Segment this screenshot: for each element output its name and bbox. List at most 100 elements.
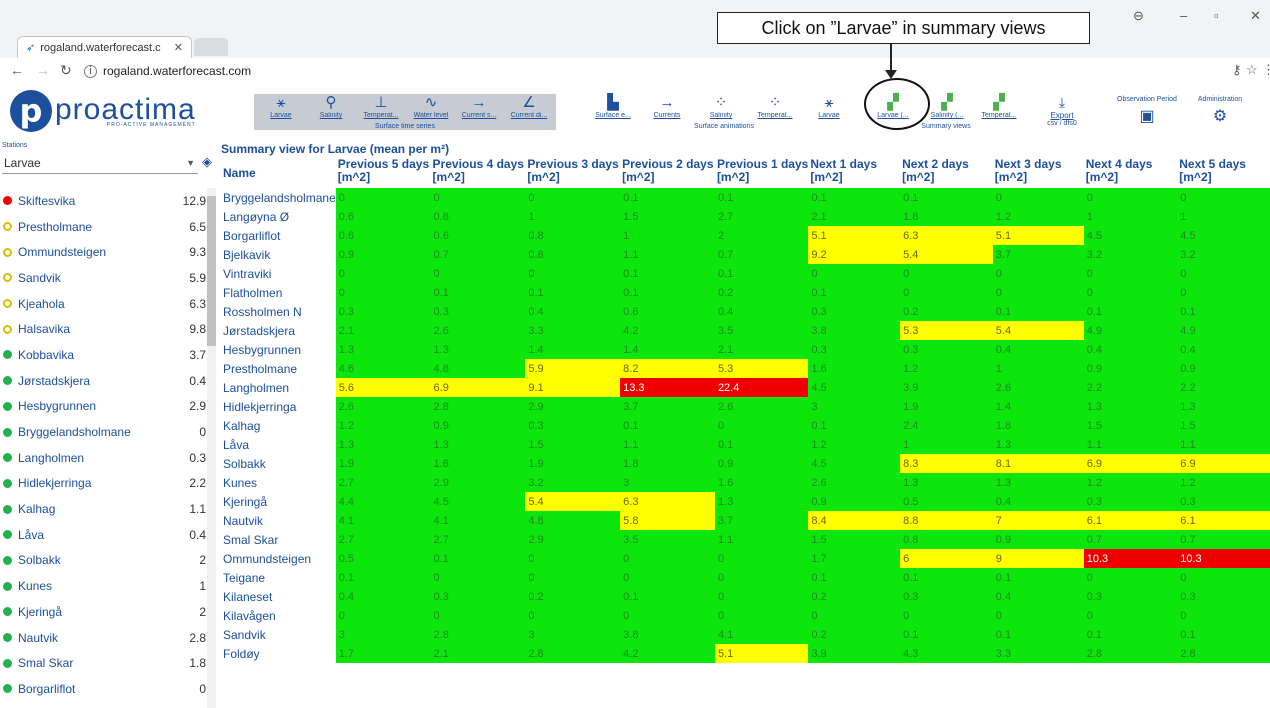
administration-button[interactable]: Administration ⚙ <box>1188 96 1252 126</box>
table-row[interactable]: Kjeringå 4.4 4.5 5.4 6.3 1.3 0.9 0.5 0.4 0.3 0.3 <box>221 492 1270 511</box>
station-item[interactable]: Kalhag 1.1 <box>0 496 210 522</box>
sidebar-scrollbar[interactable] <box>207 188 216 708</box>
value-cell: 0 <box>992 188 1084 207</box>
table-row[interactable]: Hidlekjerringa 2.6 2.8 2.9 3.7 2.6 3 1.9 1.4 1.3 1… <box>221 397 1270 416</box>
logo[interactable]: p proactima PRO-ACTIVE MANAGEMENT <box>10 90 196 132</box>
table-row[interactable]: Vintraviki 0 0 0 0.1 0.1 0 0 0 0 0 <box>221 264 1270 283</box>
observation-period-button[interactable]: Observation Period ▣ <box>1112 96 1182 126</box>
table-row[interactable]: Langøyna Ø 0.6 0.8 1 1.5 2.7 2.1 1.8 1.2 1 1 <box>221 207 1270 226</box>
station-item[interactable]: Jørstadskjera 0.4 <box>0 368 210 394</box>
key-icon[interactable]: ⚷ <box>1232 62 1242 78</box>
minimize-icon[interactable]: – <box>1180 8 1187 23</box>
station-item[interactable]: Sandvik 5.9 <box>0 265 210 291</box>
close-tab-icon[interactable]: ✕ <box>174 41 183 54</box>
export-button[interactable]: ⤓ Export csv / dfs0 <box>1040 94 1084 130</box>
anim-surface-elevation-button[interactable]: ▙ Surface e... <box>590 94 636 122</box>
table-row[interactable]: Nautvik 4.1 4.1 4.8 5.8 3.7 8.4 8.8 7 6.1 6.1 <box>221 511 1270 530</box>
value-cell: 2.8 <box>430 397 526 416</box>
table-row[interactable]: Sandvik 3 2.8 3 3.8 4.1 0.2 0.1 0.1 0.1 0.1 <box>221 625 1270 644</box>
anim-larvae-button[interactable]: ⚹ Larvae <box>806 94 852 122</box>
table-row[interactable]: Bjelkavik 0.9 0.7 0.8 1.1 0.7 9.2 5.4 3.7 3.2 3.2 <box>221 245 1270 264</box>
maximize-icon[interactable]: ▫ <box>1214 8 1219 23</box>
column-header[interactable]: Next 1 days [m^2] <box>808 158 900 188</box>
ts-current-direction-button[interactable]: ∠ Current di... <box>506 94 552 122</box>
column-header[interactable]: Next 5 days [m^2] <box>1177 158 1270 188</box>
new-tab-button[interactable] <box>194 38 228 56</box>
column-header[interactable]: Next 3 days [m^2] <box>993 158 1084 188</box>
station-item[interactable]: Nautvik 2.8 <box>0 625 210 651</box>
station-name: Låva <box>18 527 45 542</box>
column-header[interactable]: Previous 5 days [m^2] <box>336 158 431 188</box>
table-row[interactable]: Langholmen 5.6 6.9 9.1 13.3 22.4 4.5 3.9 2.6 2.2 2… <box>221 378 1270 397</box>
table-row[interactable]: Kunes 2.7 2.9 3.2 3 1.6 2.6 1.3 1.3 1.2 1.2 <box>221 473 1270 492</box>
table-row[interactable]: Ommundsteigen 0.5 0.1 0 0 0 1.7 6 9 10.3 10.3 <box>221 549 1270 568</box>
summary-salinity-button[interactable]: ▞ Salinity (... <box>924 94 970 122</box>
sidebar-scroll-thumb[interactable] <box>207 196 216 346</box>
anim-salinity-button[interactable]: ⁘ Salinity <box>698 94 744 122</box>
star-icon[interactable]: ☆ <box>1246 62 1258 78</box>
ts-larvae-button[interactable]: ⚹ Larvae <box>258 94 304 122</box>
station-item[interactable]: Kunes 1 <box>0 573 210 599</box>
station-item[interactable]: Solbakk 2 <box>0 548 210 574</box>
column-header[interactable]: Next 4 days [m^2] <box>1084 158 1178 188</box>
table-row[interactable]: Hesbygrunnen 1.3 1.3 1.4 1.4 2.1 0.3 0.3 0.4 0.4 0… <box>221 340 1270 359</box>
column-header[interactable]: Previous 2 days [m^2] <box>620 158 715 188</box>
station-cell: Teigane <box>221 568 336 587</box>
ts-temperature-button[interactable]: ⊥ Temperat... <box>358 94 404 122</box>
table-row[interactable]: Rossholmen N 0.3 0.3 0.4 0.6 0.4 0.3 0.2 0.1 0.1 0… <box>221 302 1270 321</box>
station-item[interactable]: Borgarliflot 0 <box>0 676 210 702</box>
table-row[interactable]: Smal Skar 2.7 2.7 2.9 3.5 1.1 1.5 0.8 0.9 0.7 0.7 <box>221 530 1270 549</box>
forward-icon[interactable]: → <box>36 62 50 78</box>
station-item[interactable]: Bryggelandsholmane 0 <box>0 419 210 445</box>
ts-water-level-button[interactable]: ∿ Water level <box>408 94 454 122</box>
ts-current-speed-button[interactable]: → Current s... <box>456 94 502 122</box>
table-row[interactable]: Kalhag 1.2 0.9 0.3 0.1 0 0.1 2.4 1.8 1.5 1.5 <box>221 416 1270 435</box>
table-row[interactable]: Teigane 0.1 0 0 0 0 0.1 0.1 0.1 0 0 <box>221 568 1270 587</box>
anim-temperature-button[interactable]: ⁘ Temperat... <box>752 94 798 122</box>
station-item[interactable]: Hesbygrunnen 2.9 <box>0 394 210 420</box>
table-row[interactable]: Låva 1.3 1.3 1.5 1.1 0.1 1.2 1 1.3 1.1 1.1 <box>221 435 1270 454</box>
anim-currents-button[interactable]: → Currents <box>644 94 690 122</box>
table-row[interactable]: Foldøy 1.7 2.1 2.8 4.2 5.1 3.9 4.3 3.3 2.8 2.8 <box>221 644 1270 663</box>
value-cell: 1.6 <box>808 359 901 378</box>
ts-salinity-button[interactable]: ⚲ Salinity <box>308 94 354 122</box>
station-item[interactable]: Langholmen 0.3 <box>0 445 210 471</box>
table-row[interactable]: Kilaneset 0.4 0.3 0.2 0.1 0 0.2 0.3 0.4 0.3 0.3 <box>221 587 1270 606</box>
station-item[interactable]: Smal Skar 1.8 <box>0 650 210 676</box>
profile-icon[interactable]: ⊖ <box>1133 8 1144 24</box>
station-item[interactable]: Halsavika 9.8 <box>0 316 210 342</box>
station-item[interactable]: Prestholmane 6.5 <box>0 214 210 240</box>
station-item[interactable]: Ommundsteigen 9.3 <box>0 239 210 265</box>
back-icon[interactable]: ← <box>10 62 24 78</box>
table-row[interactable]: Jørstadskjera 2.1 2.6 3.3 4.2 3.5 3.8 5.3 5.4 4.9… <box>221 321 1270 340</box>
value-cell: 1.5 <box>1083 416 1178 435</box>
table-row[interactable]: Kilavågen 0 0 0 0 0 0 0 0 0 0 <box>221 606 1270 625</box>
column-header[interactable]: Name <box>221 158 336 188</box>
table-row[interactable]: Solbakk 1.9 1.6 1.9 1.8 0.9 4.5 8.3 8.1 6.9 6.9 <box>221 454 1270 473</box>
table-row[interactable]: Bryggelandsholmane 0 0 0 0.1 0.1 0.1 0.1 0 0 0 <box>221 188 1270 207</box>
summary-temperature-button[interactable]: ▞ Temperat... <box>976 94 1022 122</box>
station-item[interactable]: Hidlekjerringa 2.2 <box>0 471 210 497</box>
browser-tab[interactable]: ➶ rogaland.waterforecast.c ✕ <box>17 36 192 58</box>
layers-icon[interactable]: ◈ <box>202 154 212 170</box>
menu-icon[interactable]: ⋮ <box>1262 62 1270 78</box>
station-item[interactable]: Låva 0.4 <box>0 522 210 548</box>
column-header[interactable]: Previous 1 days [m^2] <box>715 158 808 188</box>
station-item[interactable]: Kjeringå 2 <box>0 599 210 625</box>
parameter-select[interactable]: Larvae ▼ <box>2 154 198 174</box>
table-row[interactable]: Borgarliflot 0.6 0.6 0.8 1 2 5.1 6.3 5.1 4.5 4.5 <box>221 226 1270 245</box>
arrow-right-icon: → <box>659 94 675 111</box>
column-header[interactable]: Previous 3 days [m^2] <box>525 158 620 188</box>
station-item[interactable]: Kjeahola 6.3 <box>0 291 210 317</box>
close-window-icon[interactable]: ✕ <box>1250 8 1261 24</box>
address-bar[interactable]: i rogaland.waterforecast.com <box>84 61 1234 81</box>
table-row[interactable]: Prestholmane 4.6 4.8 5.9 8.2 5.3 1.6 1.2 1 0.9 0.9 <box>221 359 1270 378</box>
value-cell: 1.8 <box>900 207 993 226</box>
station-item[interactable]: Skiftesvika 12.9 <box>0 188 210 214</box>
table-row[interactable]: Flatholmen 0 0.1 0.1 0.1 0.2 0.1 0 0 0 0 <box>221 283 1270 302</box>
station-item[interactable]: Kobbavika 3.7 <box>0 342 210 368</box>
column-header[interactable]: Previous 4 days [m^2] <box>431 158 526 188</box>
column-header[interactable]: Next 2 days [m^2] <box>900 158 993 188</box>
reload-icon[interactable]: ↻ <box>60 62 72 79</box>
info-icon[interactable]: i <box>84 64 97 78</box>
